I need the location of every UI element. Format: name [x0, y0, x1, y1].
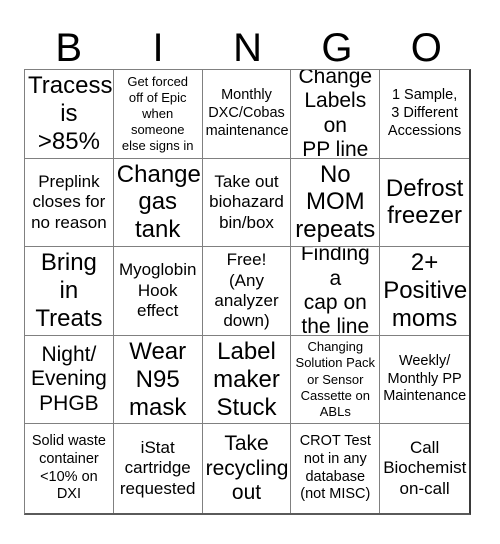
bingo-card: B I N G O Tracess is >85% Get forced off … — [0, 0, 500, 544]
bingo-cell-text: Label maker Stuck — [213, 337, 280, 421]
bingo-cell-text: Monthly DXC/Cobas maintenance — [205, 87, 289, 139]
bingo-cell-text: Myoglobin Hook effect — [118, 260, 197, 321]
bingo-cell-text: Call Biochemist on-call — [383, 438, 467, 498]
bingo-cell-text: Wear N95 mask — [129, 337, 187, 421]
bingo-cell-5-2[interactable]: iStat cartridge requested — [113, 424, 203, 513]
bingo-cell-text: Take out biohazard bin/box — [209, 171, 284, 232]
bingo-cell-5-5[interactable]: Call Biochemist on-call — [380, 424, 469, 513]
bingo-header-letter-i: I — [152, 26, 164, 70]
bingo-cell-5-3[interactable]: Take recycling out — [202, 424, 292, 513]
bingo-cell-4-3[interactable]: Label maker Stuck — [202, 335, 292, 425]
bingo-header-row: B I N G O — [24, 22, 471, 69]
bingo-cell-5-1[interactable]: Solid waste container <10% on DXI — [25, 424, 114, 513]
bingo-cell-text: Bring in Treats — [35, 249, 103, 332]
bingo-cell-5-4[interactable]: CROT Test not in any database (not MISC) — [291, 424, 381, 513]
bingo-cell-text: CROT Test not in any database (not MISC) — [299, 433, 371, 503]
bingo-cell-text: Defrost freezer — [385, 174, 464, 230]
bingo-cell-text: Change Labels on PP line — [298, 70, 373, 159]
bingo-cell-text: Changing Solution Pack or Sensor Cassett… — [295, 339, 376, 419]
bingo-header-letter-g: G — [321, 26, 353, 70]
bingo-cell-3-2[interactable]: Myoglobin Hook effect — [113, 247, 203, 336]
bingo-grid: Tracess is >85% Get forced off of Epic wh… — [24, 69, 471, 515]
bingo-cell-2-1[interactable]: Preplink closes for no reason — [25, 158, 114, 248]
bingo-header-letter-b: B — [55, 26, 83, 70]
bingo-cell-4-1[interactable]: Night/ Evening PHGB — [25, 335, 114, 425]
bingo-cell-4-2[interactable]: Wear N95 mask — [113, 335, 203, 425]
bingo-cell-1-2[interactable]: Get forced off of Epic when someone else… — [113, 70, 203, 159]
bingo-cell-text: Finding a cap on the line — [300, 247, 370, 336]
bingo-cell-text: Solid waste container <10% on DXI — [31, 433, 106, 503]
bingo-cell-1-1[interactable]: Tracess is >85% — [25, 70, 114, 159]
bingo-cell-text: Take recycling out — [205, 432, 289, 504]
bingo-cell-4-5[interactable]: Weekly/ Monthly PP Maintenance — [380, 335, 469, 425]
bingo-cell-text: Change gas tank — [116, 160, 201, 244]
bingo-cell-text: Night/ Evening PHGB — [30, 343, 107, 415]
bingo-cell-2-5[interactable]: Defrost freezer — [380, 158, 469, 248]
bingo-cell-3-5[interactable]: 2+ Positive moms — [380, 247, 469, 336]
bingo-cell-text: 2+ Positive moms — [383, 249, 468, 332]
bingo-header-letter-o: O — [410, 26, 442, 70]
bingo-cell-3-1[interactable]: Bring in Treats — [25, 247, 114, 336]
bingo-cell-text: Tracess is >85% — [28, 72, 113, 155]
bingo-cell-text: iStat cartridge requested — [119, 438, 196, 498]
bingo-cell-2-4[interactable]: No MOM repeats — [291, 158, 381, 248]
bingo-header-letter-n: N — [233, 26, 262, 70]
bingo-cell-1-5[interactable]: 1 Sample, 3 Different Accessions — [380, 70, 469, 159]
bingo-cell-text: Weekly/ Monthly PP Maintenance — [383, 353, 467, 405]
bingo-cell-text: Free! (Any analyzer down) — [214, 250, 279, 331]
bingo-cell-3-3[interactable]: Free! (Any analyzer down) — [202, 247, 292, 336]
bingo-cell-2-2[interactable]: Change gas tank — [113, 158, 203, 248]
bingo-cell-3-4[interactable]: Finding a cap on the line — [291, 247, 381, 336]
bingo-cell-4-4[interactable]: Changing Solution Pack or Sensor Cassett… — [291, 335, 381, 425]
bingo-cell-1-4[interactable]: Change Labels on PP line — [291, 70, 381, 159]
bingo-cell-text: Get forced off of Epic when someone else… — [121, 73, 194, 153]
bingo-cell-text: 1 Sample, 3 Different Accessions — [387, 87, 462, 139]
bingo-cell-text: No MOM repeats — [295, 160, 376, 244]
bingo-cell-text: Preplink closes for no reason — [31, 171, 107, 232]
bingo-cell-2-3[interactable]: Take out biohazard bin/box — [202, 158, 292, 248]
bingo-cell-1-3[interactable]: Monthly DXC/Cobas maintenance — [202, 70, 292, 159]
